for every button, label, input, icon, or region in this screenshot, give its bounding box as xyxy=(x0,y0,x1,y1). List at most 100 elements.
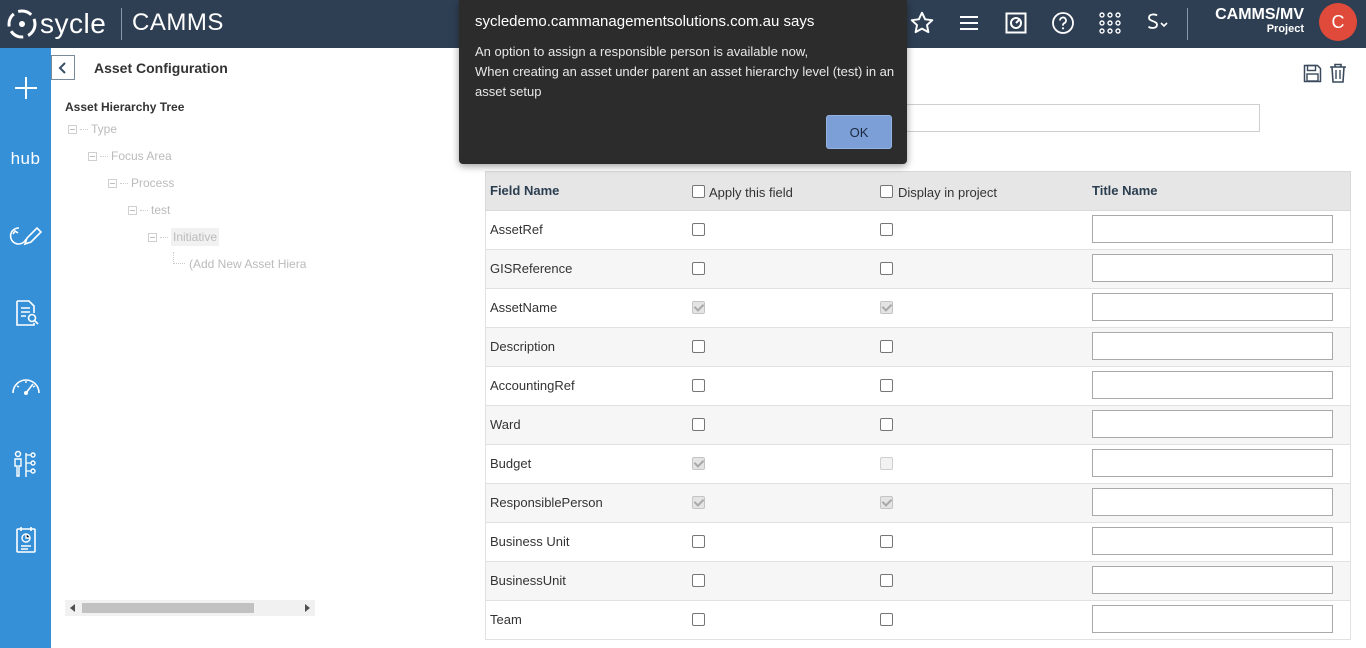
tree-node-test[interactable]: test xyxy=(128,203,170,217)
display-in-project-checkbox[interactable] xyxy=(880,574,893,587)
title-name-input[interactable] xyxy=(1092,566,1333,594)
apply-field-checkbox[interactable] xyxy=(692,613,705,626)
title-name-input[interactable] xyxy=(1092,605,1333,633)
back-button[interactable] xyxy=(51,55,75,80)
save-icon[interactable] xyxy=(1302,62,1322,84)
field-name: AssetName xyxy=(490,300,558,315)
title-name-input[interactable] xyxy=(1092,449,1333,477)
collapse-toggle-icon[interactable] xyxy=(108,178,117,188)
title-name-input[interactable] xyxy=(1092,410,1333,438)
apply-field-checkbox xyxy=(692,496,705,509)
field-name: AssetRef xyxy=(490,222,543,237)
asset-level-name-field[interactable] xyxy=(906,104,1260,132)
apply-field-checkbox[interactable] xyxy=(692,379,705,392)
sycle-logo[interactable]: sycle xyxy=(6,6,106,42)
document-search-icon[interactable] xyxy=(0,293,51,333)
table-header: Field Name Apply this field Display in p… xyxy=(485,171,1351,211)
display-in-project-checkbox[interactable] xyxy=(880,535,893,548)
field-name: Description xyxy=(490,339,556,354)
gauge-icon[interactable] xyxy=(0,366,51,406)
asset-fields-table: Field Name Apply this field Display in p… xyxy=(485,171,1351,640)
collapse-toggle-icon[interactable] xyxy=(68,124,77,134)
apply-field-checkbox[interactable] xyxy=(692,340,705,353)
header-divider-right xyxy=(1187,8,1188,40)
pencil-cycle-icon[interactable] xyxy=(0,216,51,256)
hub-button[interactable]: hub xyxy=(0,139,51,179)
title-name-input[interactable] xyxy=(1092,293,1333,321)
tree-node-label: Type xyxy=(91,122,118,136)
apply-field-checkbox[interactable] xyxy=(692,574,705,587)
title-name-input[interactable] xyxy=(1092,527,1333,555)
scrollbar-thumb[interactable] xyxy=(82,603,254,613)
tree-node-label: Focus Area xyxy=(111,149,172,163)
tree-node-focus-area[interactable]: Focus Area xyxy=(88,149,172,163)
table-row: BusinessUnit xyxy=(485,562,1351,601)
sycle-s-icon[interactable] xyxy=(1141,7,1173,39)
dashboard-icon[interactable] xyxy=(1000,7,1032,39)
scroll-right-icon[interactable] xyxy=(305,604,310,612)
field-name: Ward xyxy=(490,417,521,432)
tree-node-add-new[interactable]: (Add New Asset Hiera xyxy=(189,257,306,271)
column-header-title-name: Title Name xyxy=(1092,183,1158,198)
user-role: Project xyxy=(1266,23,1304,35)
apply-field-checkbox[interactable] xyxy=(692,418,705,431)
tree-node-initiative[interactable]: Initiative xyxy=(148,228,220,246)
add-icon[interactable] xyxy=(0,68,51,108)
report-icon[interactable] xyxy=(0,520,51,560)
display-in-project-checkbox[interactable] xyxy=(880,379,893,392)
title-name-input[interactable] xyxy=(1092,371,1333,399)
tree-node-type[interactable]: Type xyxy=(68,122,117,136)
display-in-project-checkbox[interactable] xyxy=(880,418,893,431)
tree-node-label: Initiative xyxy=(171,228,220,246)
avatar[interactable]: C xyxy=(1319,3,1357,41)
field-name: ResponsiblePerson xyxy=(490,495,603,510)
field-name: Budget xyxy=(490,456,532,471)
tree-node-process[interactable]: Process xyxy=(108,176,174,190)
display-in-project-checkbox[interactable] xyxy=(880,262,893,275)
alert-dialog: sycledemo.cammanagementsolutions.com.au … xyxy=(459,0,907,164)
apply-all-checkbox[interactable] xyxy=(692,185,705,198)
collapse-toggle-icon[interactable] xyxy=(88,151,97,161)
display-in-project-checkbox xyxy=(880,496,893,509)
apps-grid-icon[interactable] xyxy=(1094,7,1126,39)
field-name: BusinessUnit xyxy=(490,573,566,588)
display-in-project-checkbox[interactable] xyxy=(880,613,893,626)
scroll-left-icon[interactable] xyxy=(70,604,75,612)
dialog-message-line2: When creating an asset under parent an a… xyxy=(475,64,895,99)
table-row: Team xyxy=(485,601,1351,640)
top-icon-bar xyxy=(906,7,1188,41)
apply-field-checkbox[interactable] xyxy=(692,223,705,236)
column-header-field-name: Field Name xyxy=(490,183,560,198)
column-header-display: Display in project xyxy=(898,185,997,200)
display-in-project-checkbox[interactable] xyxy=(880,223,893,236)
hub-label: hub xyxy=(10,149,41,168)
tree-connector xyxy=(80,128,88,130)
tree-node-label: Process xyxy=(131,176,175,190)
collapse-toggle-icon[interactable] xyxy=(128,205,137,215)
help-icon[interactable] xyxy=(1047,7,1079,39)
table-row: Description xyxy=(485,328,1351,367)
tree-title: Asset Hierarchy Tree xyxy=(65,100,185,114)
chevron-left-icon xyxy=(58,61,66,74)
star-icon[interactable] xyxy=(906,7,938,39)
apply-field-checkbox[interactable] xyxy=(692,262,705,275)
title-name-input[interactable] xyxy=(1092,488,1333,516)
collapse-toggle-icon[interactable] xyxy=(148,232,157,242)
table-row: AccountingRef xyxy=(485,367,1351,406)
menu-icon[interactable] xyxy=(953,7,985,39)
display-in-project-checkbox[interactable] xyxy=(880,340,893,353)
tree-horizontal-scrollbar[interactable] xyxy=(65,600,315,616)
page-title: Asset Configuration xyxy=(94,60,228,76)
delete-icon[interactable] xyxy=(1328,62,1348,84)
header-divider xyxy=(121,8,122,40)
dialog-message-line1: An option to assign a responsible person… xyxy=(475,44,809,59)
left-sidebar: hub xyxy=(0,48,51,648)
title-name-input[interactable] xyxy=(1092,254,1333,282)
title-name-input[interactable] xyxy=(1092,215,1333,243)
display-all-checkbox[interactable] xyxy=(880,185,893,198)
ok-button[interactable]: OK xyxy=(826,115,892,149)
apply-field-checkbox[interactable] xyxy=(692,535,705,548)
title-name-input[interactable] xyxy=(1092,332,1333,360)
org-chart-icon[interactable] xyxy=(0,444,51,484)
sycle-logo-icon xyxy=(7,9,37,39)
